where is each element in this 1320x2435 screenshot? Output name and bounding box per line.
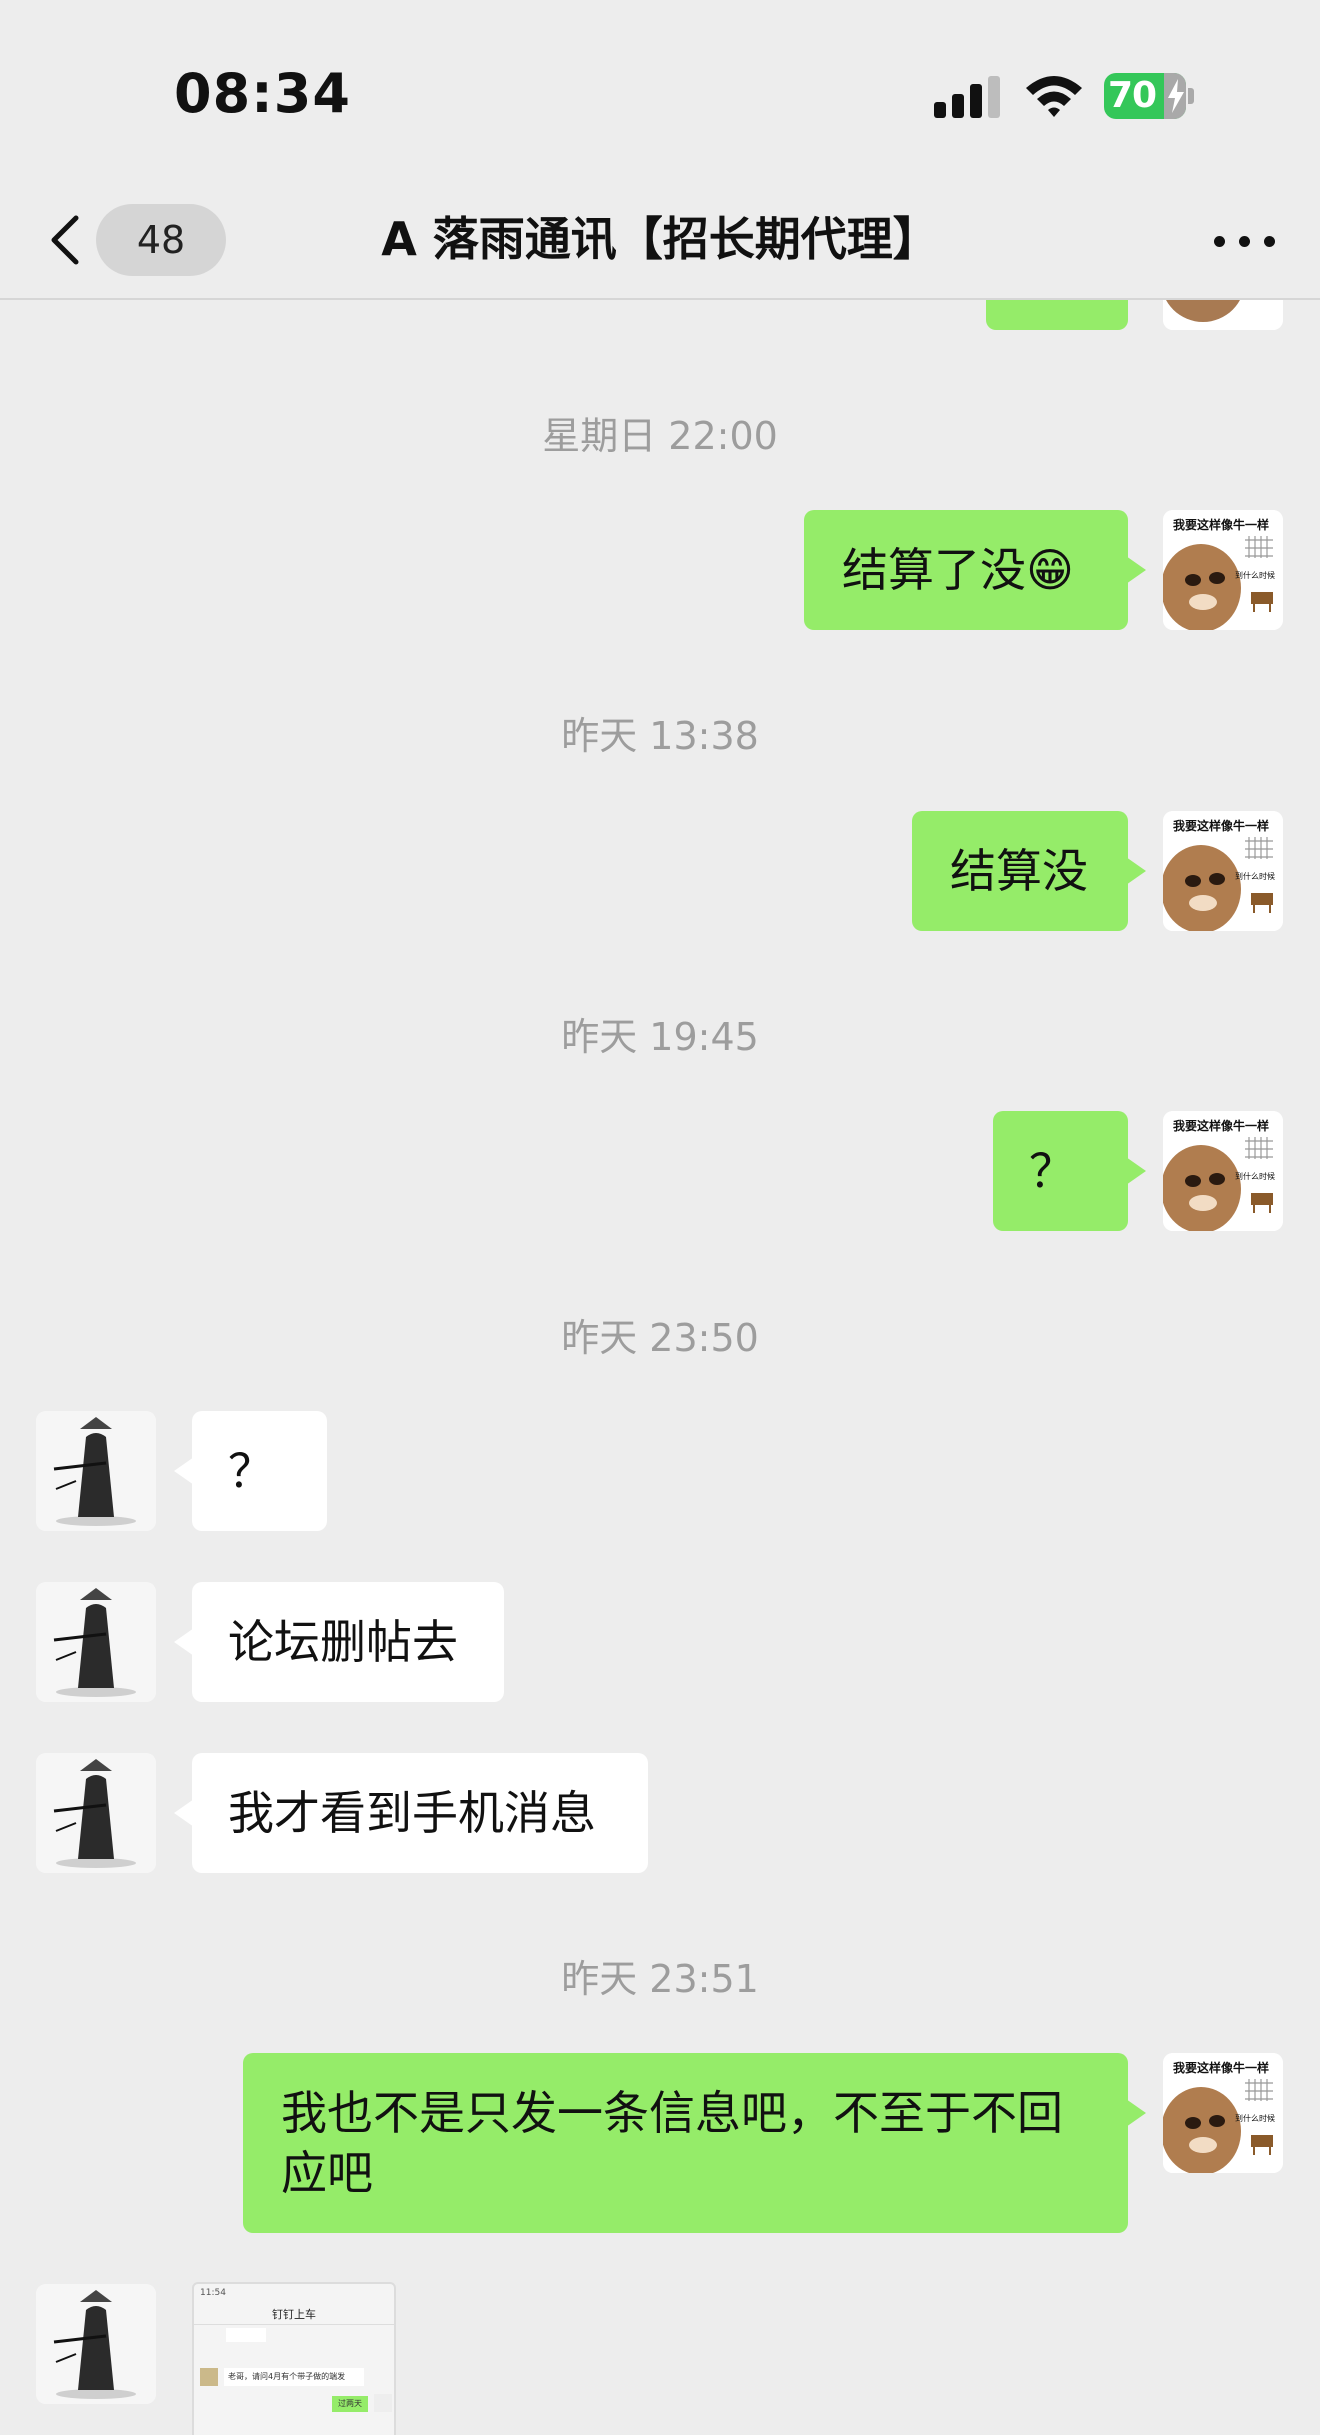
my-message-bubble[interactable]: 结算了没😁 — [804, 510, 1146, 630]
chat-title: A 落雨通讯【招长期代理】 — [381, 212, 939, 266]
avatar-caption: 我要这样像牛一样 — [1173, 1119, 1270, 1133]
contact-message-bubble[interactable]: 我才看到手机消息 — [174, 1753, 648, 1873]
samurai-silhouette-icon — [36, 2284, 156, 2404]
samurai-silhouette-icon — [36, 1411, 156, 1531]
timestamp: 昨天 13:38 — [561, 714, 759, 758]
contact-message-bubble[interactable]: 论坛删帖去 — [174, 1582, 504, 1702]
message-text: 结算没 — [950, 844, 1088, 898]
my-avatar[interactable]: 我要这样像牛一样 到什么时候 — [1163, 2053, 1283, 2173]
my-avatar[interactable]: 我要这样像牛一样 到什么时候 — [1163, 1111, 1283, 1231]
mini-message-text: 老哥，请问4月有个带子做的端发 — [224, 2368, 364, 2386]
more-dots-icon — [1239, 236, 1250, 247]
my-message-bubble[interactable]: 我也不是只发一条信息吧，不至于不回应吧 — [243, 2053, 1146, 2233]
battery-body: 70 — [1104, 73, 1186, 119]
timestamp: 昨天 23:51 — [561, 1957, 759, 2001]
timestamp: 昨天 19:45 — [561, 1015, 759, 1059]
status-bar: 08:34 70 — [0, 0, 1320, 180]
chat-header: 48 A 落雨通讯【招长期代理】 — [0, 180, 1320, 300]
charging-bolt-icon — [1168, 79, 1184, 113]
cellular-signal-icon — [934, 76, 1000, 118]
samurai-silhouette-icon — [36, 1753, 156, 1873]
message-text: 论坛删帖去 — [228, 1615, 458, 1669]
battery-level: 70 — [1108, 75, 1157, 116]
battery-icon: 70 — [1104, 73, 1194, 119]
timestamp: 星期日 22:00 — [542, 414, 778, 458]
more-dots-icon — [1214, 236, 1225, 247]
wifi-icon — [1026, 76, 1082, 117]
mini-reply-text: 过两天 — [332, 2396, 368, 2412]
avatar-caption-small: 到什么时候 — [1235, 2114, 1275, 2123]
mini-avatar — [374, 2394, 392, 2412]
my-message-bubble[interactable]: 结算没 — [912, 811, 1146, 931]
message-text: 结算了没😁 — [842, 543, 1074, 597]
message-text: 我也不是只发一条信息吧，不至于不回应吧 — [281, 2086, 1063, 2200]
mini-divider — [194, 2324, 394, 2325]
more-dots-icon — [1264, 236, 1275, 247]
avatar-caption-small: 到什么时候 — [1235, 571, 1275, 580]
screenshot-image-message[interactable]: 11:54 钉钉上车 老哥，请问4月有个带子做的端发 过两天 — [192, 2282, 396, 2435]
more-options-button[interactable] — [1210, 210, 1280, 270]
avatar-caption-small: 到什么时候 — [1235, 1172, 1275, 1181]
mini-status-time: 11:54 — [200, 2288, 226, 2298]
battery-cap — [1188, 88, 1194, 104]
my-avatar[interactable]: 我要这样像牛一样 到什么时候 — [1163, 811, 1283, 931]
samurai-silhouette-icon — [36, 1582, 156, 1702]
mini-bubble — [226, 2328, 266, 2342]
contact-avatar[interactable] — [36, 1582, 156, 1702]
status-time: 08:34 — [174, 62, 351, 125]
my-avatar[interactable]: 我要这样像牛一样 到什么时候 — [1163, 510, 1283, 630]
contact-avatar[interactable] — [36, 1753, 156, 1873]
contact-message-bubble[interactable]: ？ — [174, 1411, 327, 1531]
chat-screen: 星期日 22:00 结算了没😁 我要这样像牛一样 到什么时候 昨天 13:38 … — [0, 0, 1320, 2435]
mini-avatar — [200, 2368, 218, 2386]
avatar-caption: 我要这样像牛一样 — [1173, 819, 1270, 833]
my-message-bubble[interactable]: ？ — [993, 1111, 1146, 1231]
mini-chat-title: 钉钉上车 — [272, 2308, 316, 2321]
chevron-left-icon — [51, 215, 79, 265]
message-text: ？ — [1029, 1144, 1075, 1198]
avatar-caption: 我要这样像牛一样 — [1173, 2061, 1270, 2075]
message-list[interactable]: 星期日 22:00 结算了没😁 我要这样像牛一样 到什么时候 昨天 13:38 … — [0, 0, 1320, 2435]
back-button[interactable]: 48 — [40, 202, 226, 278]
timestamp: 昨天 23:50 — [561, 1316, 759, 1360]
message-text: 我才看到手机消息 — [228, 1786, 596, 1840]
avatar-caption: 我要这样像牛一样 — [1173, 518, 1270, 532]
contact-avatar[interactable] — [36, 2284, 156, 2404]
avatar-caption-small: 到什么时候 — [1235, 872, 1275, 881]
contact-avatar[interactable] — [36, 1411, 156, 1531]
message-text: ？ — [228, 1444, 274, 1498]
